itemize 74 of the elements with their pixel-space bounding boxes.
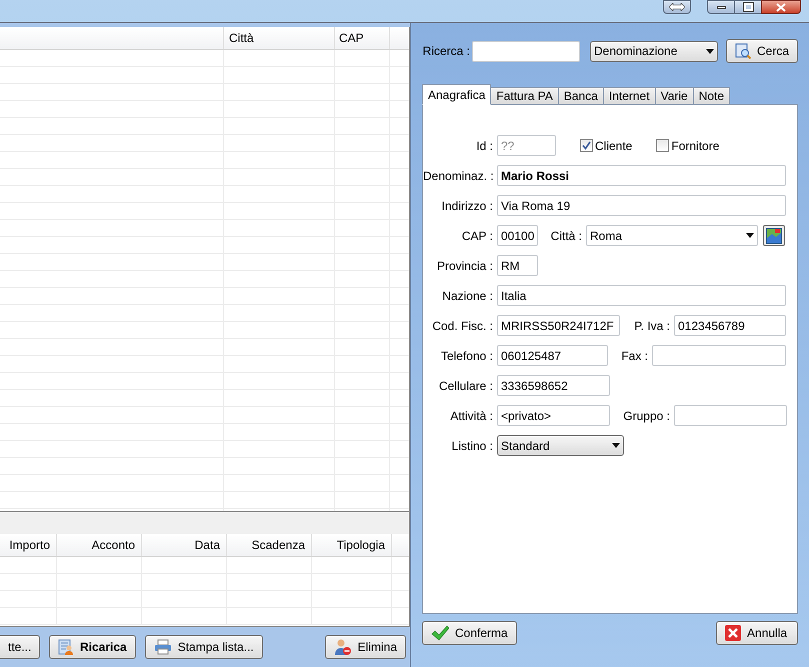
text-field[interactable]: [674, 405, 787, 426]
close-button[interactable]: [761, 0, 801, 14]
field-label: Provincia :: [436, 258, 494, 274]
text-field[interactable]: Italia: [497, 285, 786, 306]
dropdown-arrow-icon: [746, 233, 754, 238]
column-header[interactable]: CAP: [335, 27, 390, 49]
map-icon: [766, 228, 782, 244]
checkbox-label: Fornitore: [671, 138, 720, 154]
dropdown-arrow-icon: [612, 443, 620, 448]
checkbox-label: Cliente: [595, 138, 632, 154]
price-list-dropdown[interactable]: Standard: [497, 435, 624, 456]
minimize-button[interactable]: [707, 0, 735, 14]
toolbar-button[interactable]: Ricarica: [49, 635, 136, 660]
checkbox[interactable]: [656, 139, 670, 152]
tab[interactable]: Banca: [558, 87, 604, 105]
column-header[interactable]: Importo: [0, 534, 57, 556]
search-label: Ricerca :: [422, 43, 471, 60]
column-header[interactable]: Data: [142, 534, 227, 556]
text-field[interactable]: RM: [497, 255, 538, 276]
tab[interactable]: Note: [692, 87, 730, 105]
field-label: P. Iva :: [633, 318, 671, 334]
text-field[interactable]: 00100: [497, 225, 538, 246]
printer-icon: [154, 639, 172, 656]
city-dropdown[interactable]: Roma: [586, 225, 758, 246]
person-remove-icon: [334, 638, 352, 656]
dialog-button[interactable]: Annulla: [716, 621, 798, 645]
column-header[interactable]: Tipologia: [312, 534, 392, 556]
field-label: Cellulare :: [438, 378, 494, 394]
text-field[interactable]: [652, 345, 786, 366]
field-label: CAP :: [460, 228, 494, 244]
column-header[interactable]: Acconto: [57, 534, 142, 556]
dropdown-arrow-icon: [706, 48, 714, 54]
field-label: Cod. Fisc. :: [431, 318, 494, 334]
field-label: Città :: [550, 228, 583, 244]
search-field[interactable]: [472, 40, 580, 62]
field-label: Telefono :: [440, 348, 494, 364]
toolbar-button[interactable]: Stampa lista...: [144, 635, 263, 660]
text-field[interactable]: Mario Rossi: [497, 165, 786, 186]
text-field[interactable]: MRIRSS50R24I712F: [497, 315, 620, 336]
close-icon: [776, 2, 786, 12]
text-field[interactable]: 0123456789: [674, 315, 786, 336]
close-icon: [725, 625, 742, 641]
text-field[interactable]: 060125487: [497, 345, 608, 366]
field-label: Gruppo :: [622, 408, 671, 424]
list-person-icon: [58, 639, 74, 656]
toolbar-button[interactable]: tte...: [0, 635, 40, 660]
tab[interactable]: Varie: [654, 87, 694, 105]
field-label: Id :: [475, 138, 494, 154]
field-label: Listino :: [450, 438, 494, 454]
field-label: Fax :: [620, 348, 649, 364]
column-header[interactable]: Città: [224, 27, 335, 49]
text-field[interactable]: Via Roma 19: [497, 195, 786, 216]
field-label: Denominaz. :: [423, 168, 495, 184]
checkbox[interactable]: [580, 139, 593, 152]
toolbar-button[interactable]: Elimina: [324, 635, 406, 660]
dialog-button[interactable]: Conferma: [422, 621, 517, 645]
text-field[interactable]: <privato>: [497, 405, 610, 426]
maximize-button[interactable]: [735, 0, 761, 14]
search-icon: [735, 43, 751, 59]
search-field-dropdown[interactable]: Denominazione: [590, 40, 718, 62]
splitter-bar[interactable]: [0, 512, 410, 534]
map-button[interactable]: [763, 225, 785, 246]
field-label: Attività :: [449, 408, 494, 424]
tab[interactable]: Fattura PA: [490, 87, 559, 105]
search-button[interactable]: Cerca: [726, 39, 798, 63]
resize-button[interactable]: [663, 0, 691, 14]
tab[interactable]: Internet: [602, 87, 656, 105]
double-arrow-icon: [669, 3, 685, 11]
checkmark-icon: [431, 625, 449, 641]
column-header[interactable]: Scadenza: [227, 534, 312, 556]
text-field[interactable]: 3336598652: [497, 375, 610, 396]
field-label: Nazione :: [441, 288, 494, 304]
tab[interactable]: Anagrafica: [422, 84, 492, 105]
field-label: Indirizzo :: [440, 198, 494, 214]
